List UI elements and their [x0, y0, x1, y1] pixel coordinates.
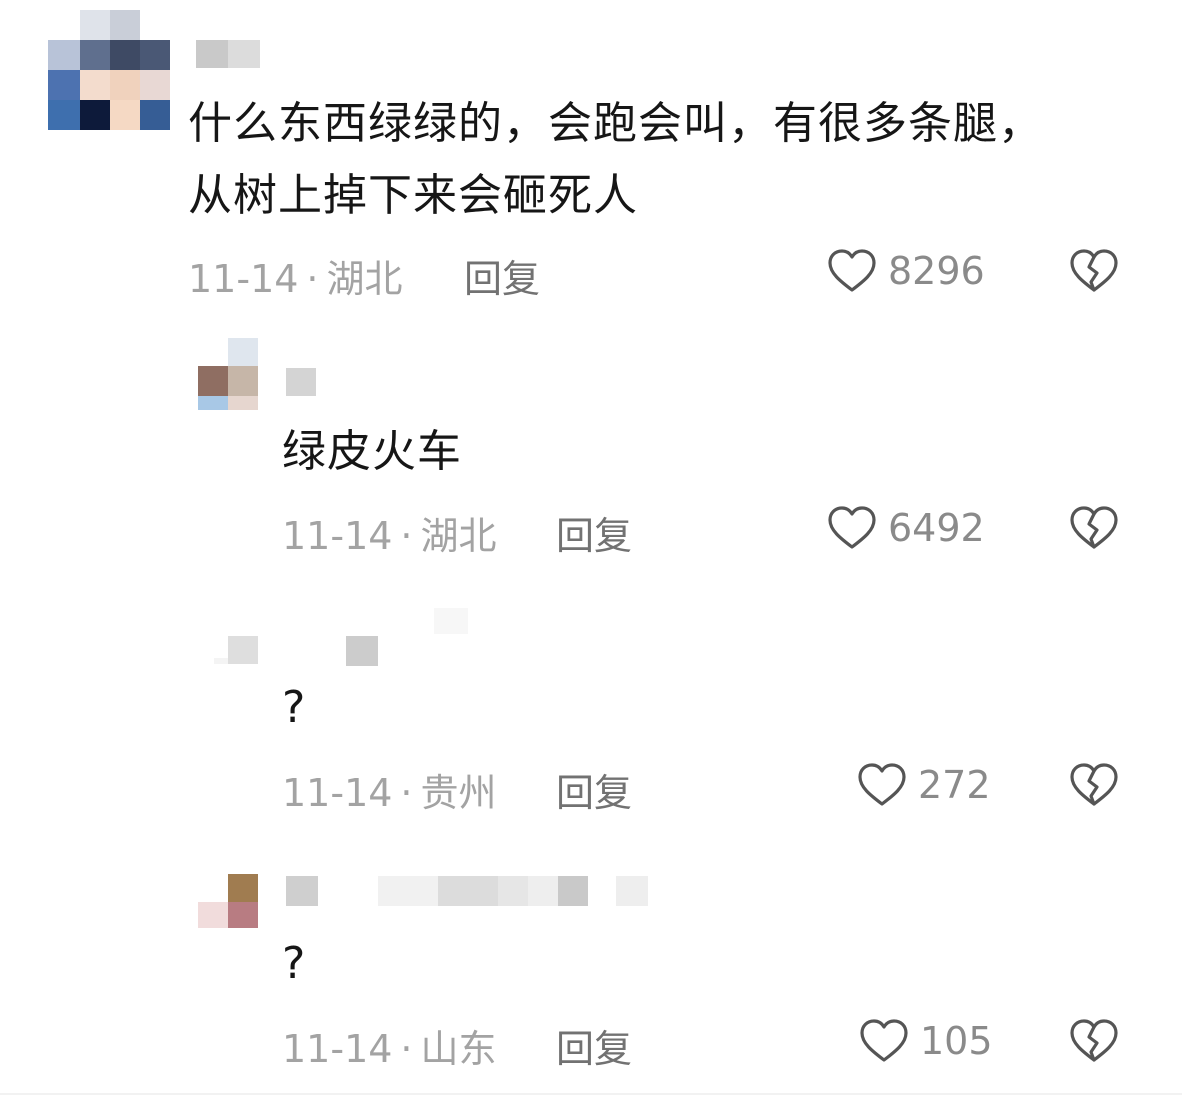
- reply-button[interactable]: 回复: [464, 248, 540, 303]
- meta-separator: ·: [306, 257, 319, 301]
- dislike-button[interactable]: [1068, 1018, 1120, 1064]
- username[interactable]: [286, 874, 648, 906]
- meta-separator: ·: [400, 771, 413, 815]
- username[interactable]: [286, 368, 330, 398]
- comment-location: 湖北: [326, 257, 403, 301]
- reply-button[interactable]: 回复: [556, 762, 632, 817]
- like-count: 6492: [888, 506, 985, 550]
- comment-location: 贵州: [420, 771, 497, 815]
- heart-outline-icon: [826, 505, 878, 551]
- comment-location: 山东: [420, 1027, 497, 1071]
- avatar[interactable]: [198, 874, 260, 930]
- comment-text: 什么东西绿绿的，会跑会叫，有很多条腿，从树上掉下来会砸死人: [188, 98, 1043, 221]
- like-button[interactable]: 272: [856, 760, 991, 810]
- broken-heart-icon: [1068, 248, 1120, 294]
- like-button[interactable]: 8296: [826, 246, 985, 296]
- reply-button[interactable]: 回复: [556, 505, 632, 560]
- comment-date: 11-14: [188, 257, 299, 301]
- meta-separator: ·: [400, 1027, 413, 1071]
- username[interactable]: [346, 608, 470, 666]
- like-count: 105: [920, 1019, 993, 1063]
- broken-heart-icon: [1068, 762, 1120, 808]
- broken-heart-icon: [1068, 1018, 1120, 1064]
- like-count: 8296: [888, 249, 985, 293]
- comment-text: ?: [282, 682, 307, 733]
- comment-meta: 11-14 · 贵州: [282, 762, 497, 817]
- comment-meta: 11-14 · 湖北: [188, 248, 403, 303]
- dislike-button[interactable]: [1068, 762, 1120, 808]
- heart-outline-icon: [858, 1018, 910, 1064]
- comment-location: 湖北: [420, 514, 497, 558]
- avatar[interactable]: [48, 10, 172, 130]
- comment-meta: 11-14 · 湖北: [282, 505, 497, 560]
- comment-date: 11-14: [282, 514, 393, 558]
- dislike-button[interactable]: [1068, 248, 1120, 294]
- meta-separator: ·: [400, 514, 413, 558]
- reply-button[interactable]: 回复: [556, 1018, 632, 1073]
- comment-meta: 11-14 · 山东: [282, 1018, 497, 1073]
- heart-outline-icon: [826, 248, 878, 294]
- like-button[interactable]: 105: [858, 1016, 993, 1066]
- comment-date: 11-14: [282, 771, 393, 815]
- username[interactable]: [196, 40, 260, 68]
- dislike-button[interactable]: [1068, 505, 1120, 551]
- bottom-divider: [0, 1093, 1182, 1095]
- broken-heart-icon: [1068, 505, 1120, 551]
- comment-text: ?: [282, 938, 307, 989]
- like-count: 272: [918, 763, 991, 807]
- heart-outline-icon: [856, 762, 908, 808]
- comment-date: 11-14: [282, 1027, 393, 1071]
- avatar[interactable]: [198, 338, 260, 412]
- like-button[interactable]: 6492: [826, 503, 985, 553]
- comment-text: 绿皮火车: [282, 426, 462, 477]
